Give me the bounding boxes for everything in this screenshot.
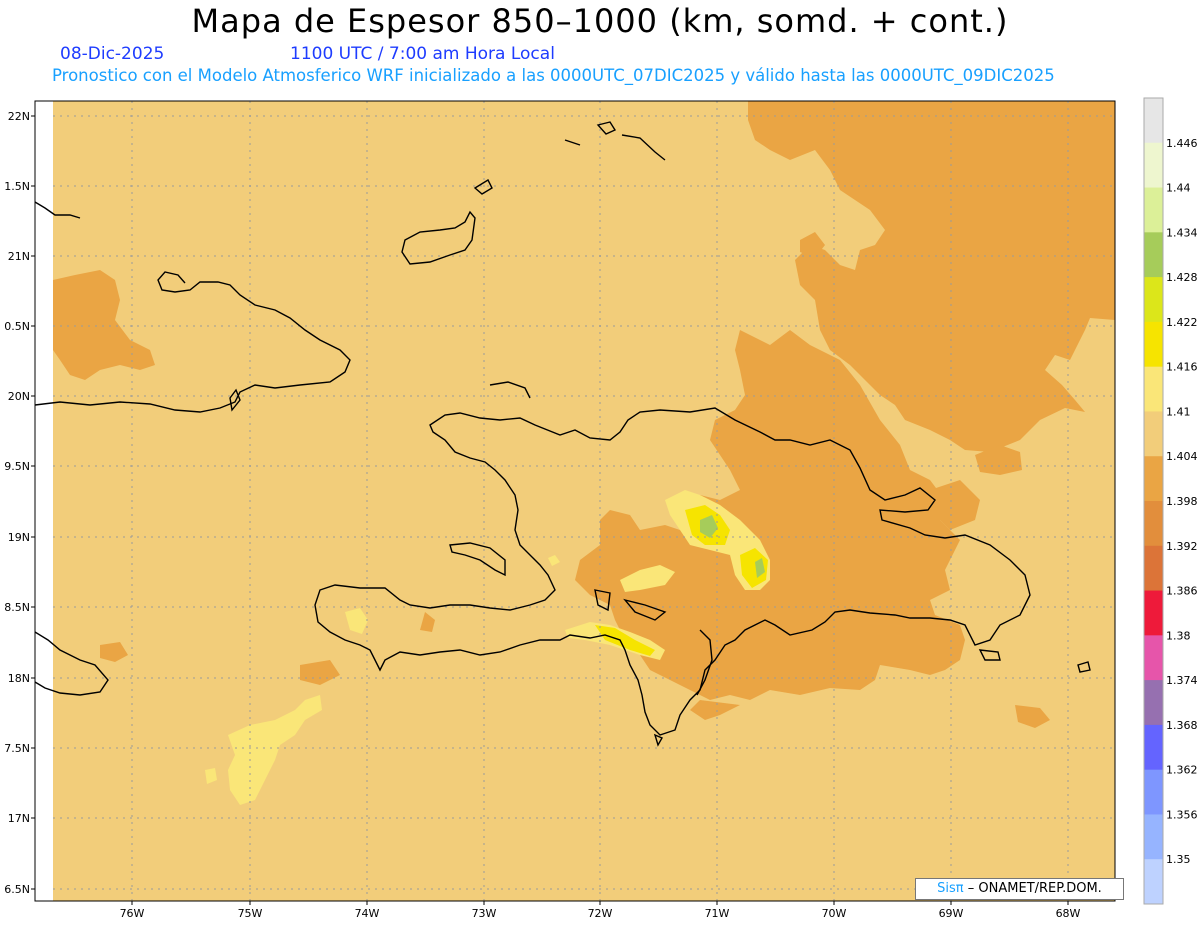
lat-label: 6.5N [4, 883, 30, 896]
lon-label: 76W [120, 907, 145, 920]
color-bar-label: 1.41 [1166, 405, 1191, 418]
color-bar-label: 1.362 [1166, 764, 1198, 777]
lat-label: 7.5N [4, 742, 30, 755]
color-bar-segment [1144, 769, 1163, 815]
color-bar-label: 1.368 [1166, 719, 1198, 732]
lon-label: 73W [472, 907, 497, 920]
color-bar-label: 1.398 [1166, 495, 1198, 508]
lon-label: 75W [238, 907, 263, 920]
longitude-ticks [131, 901, 1069, 905]
lat-label: 0.5N [4, 320, 30, 333]
color-bar-segment [1144, 277, 1163, 323]
color-bar-segment [1144, 635, 1163, 681]
lat-label: 21N [8, 250, 30, 263]
credit-box: Sisπ – ONAMET/REP.DOM. [915, 878, 1124, 900]
lat-label: 20N [8, 390, 30, 403]
color-bar-segment [1144, 98, 1163, 144]
longitude-labels: 76W 75W 74W 73W 72W 71W 70W 69W 68W [120, 907, 1081, 920]
color-bar-segment [1144, 187, 1163, 233]
lon-label: 74W [355, 907, 380, 920]
color-bar-segment [1144, 232, 1163, 278]
lat-label: 22N [8, 110, 30, 123]
lat-label: 9.5N [4, 460, 30, 473]
latitude-labels: 22N 1.5N 21N 0.5N 20N 9.5N 19N 8.5N 18N … [4, 110, 30, 896]
color-bar-label: 1.374 [1166, 674, 1198, 687]
color-bar-segment [1144, 724, 1163, 771]
sispi-logo: Sisπ [937, 881, 964, 896]
color-bar-segment [1144, 142, 1163, 189]
color-bar [1143, 97, 1164, 905]
color-bar-label: 1.392 [1166, 540, 1198, 553]
lat-label: 18N [8, 672, 30, 685]
color-bar-segment [1144, 814, 1163, 860]
color-bar-labels: 1.446 1.44 1.434 1.428 1.422 1.416 1.41 1.404 1.… [1166, 137, 1198, 866]
color-bar-segment [1144, 456, 1163, 502]
color-bar-segment [1144, 680, 1163, 726]
color-bar-label: 1.416 [1166, 361, 1198, 374]
color-bar-label: 1.386 [1166, 585, 1198, 598]
color-bar-label: 1.404 [1166, 450, 1198, 463]
color-bar-segment [1144, 859, 1163, 905]
color-bar-segment [1144, 366, 1163, 412]
color-bar-segment [1144, 411, 1163, 457]
color-bar-label: 1.35 [1166, 853, 1191, 866]
lon-label: 72W [588, 907, 613, 920]
lat-label: 17N [8, 812, 30, 825]
color-bar-label: 1.428 [1166, 271, 1198, 284]
lat-label: 19N [8, 531, 30, 544]
lon-label: 69W [939, 907, 964, 920]
color-bar-label: 1.356 [1166, 808, 1198, 821]
color-bar-segment [1144, 545, 1163, 592]
lat-label: 8.5N [4, 601, 30, 614]
lon-label: 71W [705, 907, 730, 920]
color-bar-label: 1.422 [1166, 316, 1198, 329]
color-bar-segment [1144, 501, 1163, 547]
color-bar-segment [1144, 321, 1163, 368]
color-bar-label: 1.434 [1166, 226, 1198, 239]
thickness-map: 1.446 1.44 1.434 1.428 1.422 1.416 1.41 1.404 1.… [4, 97, 1198, 920]
color-bar-label: 1.446 [1166, 137, 1198, 150]
credit-text: – ONAMET/REP.DOM. [967, 881, 1102, 896]
lon-label: 70W [822, 907, 847, 920]
color-bar-segment [1144, 590, 1163, 636]
lat-label: 1.5N [4, 180, 30, 193]
lon-label: 68W [1056, 907, 1081, 920]
latitude-ticks [31, 115, 35, 890]
color-bar-label: 1.38 [1166, 629, 1191, 642]
color-bar-label: 1.44 [1166, 182, 1191, 195]
